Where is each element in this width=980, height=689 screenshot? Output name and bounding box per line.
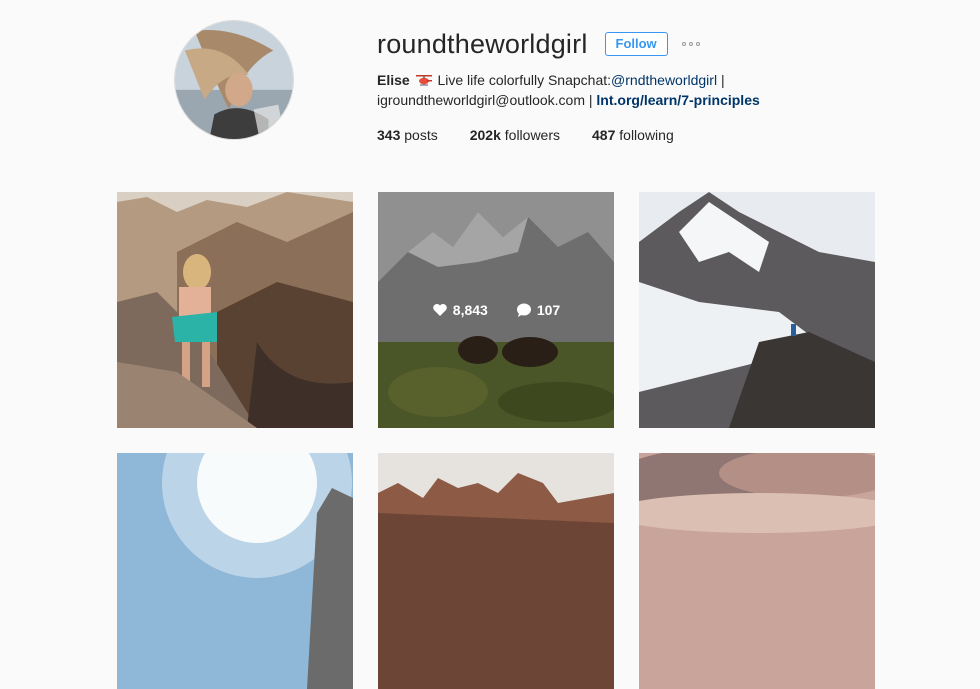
- external-link[interactable]: lnt.org/learn/7-principles: [596, 92, 759, 108]
- photo-tile[interactable]: [639, 453, 875, 689]
- profile-stats: 343 posts 202k followers 487 following: [377, 127, 937, 143]
- followers-stat[interactable]: 202k followers: [470, 127, 560, 143]
- photo-hover-overlay: 8,843 107: [378, 192, 614, 428]
- posts-stat: 343 posts: [377, 127, 438, 143]
- photo-cloudy-sky: [639, 453, 875, 689]
- helicopter-icon: [415, 75, 432, 86]
- photo-sunburst: [117, 453, 353, 689]
- bio-email: igroundtheworldgirl@outlook.com: [377, 92, 585, 108]
- snapchat-link[interactable]: @rndtheworldgirl: [611, 72, 717, 88]
- likes-count: 8,843: [432, 302, 488, 318]
- heart-icon: [433, 304, 447, 316]
- photo-tile[interactable]: [378, 453, 614, 689]
- following-stat[interactable]: 487 following: [592, 127, 674, 143]
- profile-avatar[interactable]: [174, 20, 294, 140]
- photo-snowy-peak: [639, 192, 875, 428]
- bio: Elise Live life colorfully Snapchat:@rnd…: [377, 70, 937, 110]
- photo-canyon-sitting: [117, 192, 353, 428]
- avatar-image: [175, 21, 293, 139]
- comments-count: 107: [516, 302, 560, 318]
- profile-header-row: roundtheworldgirl Follow: [377, 28, 937, 60]
- photo-tile[interactable]: [117, 192, 353, 428]
- username: roundtheworldgirl: [377, 28, 588, 59]
- photo-tile[interactable]: [639, 192, 875, 428]
- bio-text: Live life colorfully Snapchat:: [437, 72, 612, 88]
- photo-red-rocks: [378, 453, 614, 689]
- bio-separator: |: [588, 92, 593, 108]
- comment-icon: [516, 303, 531, 317]
- more-options-icon[interactable]: [681, 42, 700, 46]
- photo-tile[interactable]: [117, 453, 353, 689]
- bio-name: Elise: [377, 72, 410, 88]
- follow-button[interactable]: Follow: [604, 32, 668, 56]
- profile-info: roundtheworldgirl Follow Elise Live life…: [377, 28, 937, 144]
- photo-tile-hovered[interactable]: 8,843 107: [378, 192, 614, 428]
- bio-separator: |: [720, 72, 725, 88]
